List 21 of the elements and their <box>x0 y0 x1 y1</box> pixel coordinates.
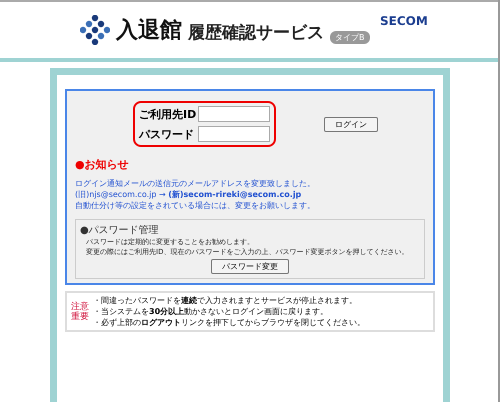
notice-label: 注意 <box>71 302 89 312</box>
news-text: 自動仕分け等の設定をされている場合には、変更をお願いします。 <box>75 200 316 211</box>
field-label: パスワード <box>139 126 195 142</box>
notice-text: ・当システムを30分以上動かさないとログイン画面に戻ります。 <box>93 306 330 317</box>
notice-text: ・間違ったパスワードを連続で入力されますとサービスが停止されます。 <box>93 295 358 306</box>
app-title: 入退館 <box>116 17 182 45</box>
logo-icon <box>80 15 110 45</box>
app-subtitle: 履歴確認サービス <box>188 22 324 44</box>
change-password-button[interactable]: パスワード変更 <box>211 259 289 274</box>
news-text: ログイン通知メールの送信元のメールアドレスを変更致しました。 <box>75 178 316 189</box>
news-heading: ●お知らせ <box>75 157 130 172</box>
type-badge: タイプB <box>330 30 370 44</box>
input-field[interactable] <box>198 106 270 122</box>
notice-label: 重要 <box>71 312 89 322</box>
section-heading: ●パスワード管理 <box>80 224 160 237</box>
field-label: ご利用先ID <box>139 106 196 122</box>
notice-text: ・必ず上部のログアウトリンクを押下してからブラウザを閉じてください。 <box>93 317 365 328</box>
login-button[interactable]: ログイン <box>324 116 378 132</box>
news-text: (旧)njs@secom.co.jp → (新)secom-rireki@secom.co.jp <box>75 189 302 200</box>
brand-logo: SECOM <box>380 14 428 28</box>
input-field[interactable] <box>198 126 270 142</box>
